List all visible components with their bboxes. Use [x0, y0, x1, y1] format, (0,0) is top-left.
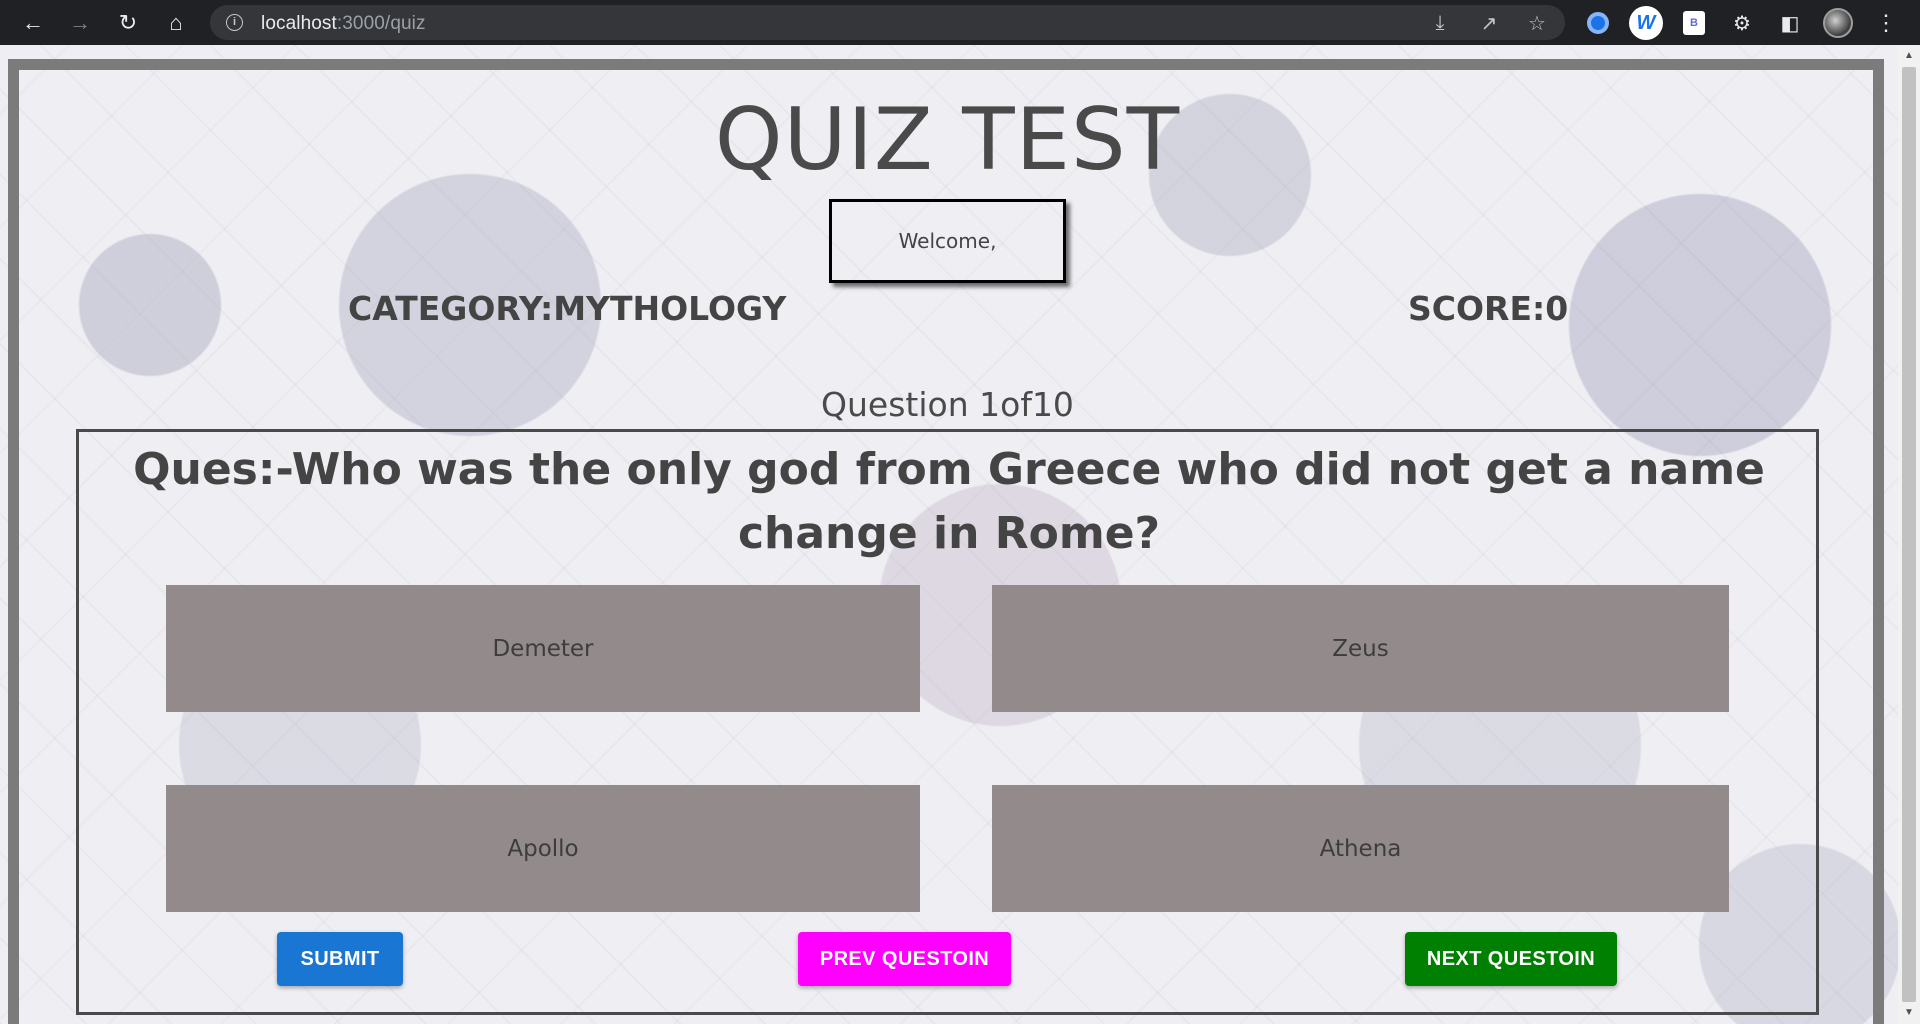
- score-label: SCORE:0: [1408, 289, 1569, 328]
- url-text[interactable]: localhost:3000/quiz: [261, 13, 426, 35]
- quiz-title: QUIZ TEST: [714, 90, 1181, 190]
- extension-b-icon[interactable]: B: [1677, 6, 1711, 40]
- side-panel-icon[interactable]: ◧: [1773, 6, 1807, 40]
- scroll-up-arrow-icon[interactable]: ▲: [1898, 45, 1920, 67]
- page-viewport: QUIZ TEST Welcome, CATEGORY:MYTHOLOGY SC…: [0, 45, 1920, 1024]
- question-counter: Question 1of10: [821, 385, 1074, 424]
- profile-avatar[interactable]: [1821, 6, 1855, 40]
- menu-kebab-icon[interactable]: ⋮: [1869, 6, 1903, 40]
- option-apollo[interactable]: Apollo: [166, 785, 920, 912]
- next-question-button[interactable]: NEXT QUESTOIN: [1405, 932, 1617, 986]
- scroll-down-arrow-icon[interactable]: ▼: [1898, 1002, 1920, 1024]
- address-bar[interactable]: i localhost:3000/quiz ⤓ ↗ ☆: [210, 5, 1565, 40]
- category-label: CATEGORY:MYTHOLOGY: [348, 289, 787, 328]
- option-athena[interactable]: Athena: [992, 785, 1729, 912]
- option-zeus[interactable]: Zeus: [992, 585, 1729, 712]
- site-info-icon[interactable]: i: [226, 14, 243, 31]
- prev-question-button[interactable]: PREV QUESTOIN: [798, 932, 1011, 986]
- extension-record-icon[interactable]: [1581, 6, 1615, 40]
- forward-arrow-icon[interactable]: →: [63, 6, 97, 40]
- extensions-puzzle-icon[interactable]: ⚙: [1725, 6, 1759, 40]
- question-card: Ques:-Who was the only god from Greece w…: [76, 429, 1819, 1015]
- browser-toolbar: ← → ↻ ⌂ i localhost:3000/quiz ⤓ ↗ ☆ W B …: [0, 0, 1920, 45]
- url-path: :3000/quiz: [336, 13, 426, 34]
- back-arrow-icon[interactable]: ←: [16, 6, 50, 40]
- vertical-scrollbar[interactable]: ▲ ▼: [1898, 45, 1920, 1024]
- reload-icon[interactable]: ↻: [111, 6, 145, 40]
- submit-button[interactable]: SUBMIT: [277, 932, 403, 986]
- question-text: Ques:-Who was the only god from Greece w…: [133, 444, 1765, 559]
- url-host: localhost: [261, 13, 337, 34]
- option-demeter[interactable]: Demeter: [166, 585, 920, 712]
- home-icon[interactable]: ⌂: [159, 6, 193, 40]
- share-icon[interactable]: ↗: [1475, 9, 1503, 37]
- scrollbar-thumb[interactable]: [1902, 67, 1916, 1002]
- extension-w-icon[interactable]: W: [1629, 6, 1663, 40]
- bookmark-star-icon[interactable]: ☆: [1523, 9, 1551, 37]
- install-app-icon[interactable]: ⤓: [1426, 9, 1454, 37]
- welcome-box: Welcome,: [829, 199, 1066, 283]
